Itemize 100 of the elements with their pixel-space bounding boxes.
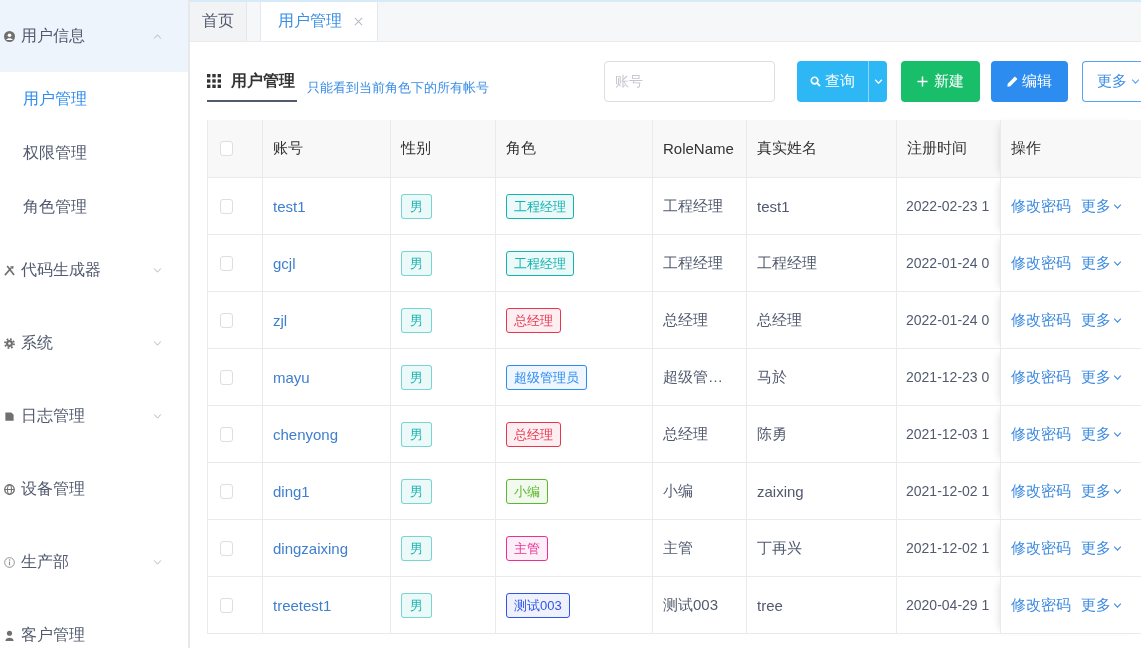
more-link[interactable]: 更多 bbox=[1081, 253, 1122, 273]
sidebar-item[interactable]: 代码生成器 bbox=[0, 234, 188, 307]
account-link[interactable]: dingzaixing bbox=[273, 539, 349, 557]
select-all-checkbox[interactable] bbox=[220, 141, 233, 156]
change-password-link[interactable]: 修改密码 bbox=[1011, 367, 1071, 387]
table-cell: 2021-12-23 0 bbox=[896, 348, 1001, 406]
table-cell: zaixing bbox=[746, 462, 897, 520]
row-checkbox[interactable] bbox=[220, 198, 233, 214]
search-icon bbox=[810, 75, 821, 87]
create-button[interactable]: 新建 bbox=[901, 60, 980, 102]
table-cell: 超级管… bbox=[652, 348, 747, 406]
gender-tag: 男 bbox=[401, 592, 432, 618]
hint-text: 只能看到当前角色下的所有帐号 bbox=[307, 79, 489, 97]
sidebar-item[interactable]: 日志管理 bbox=[0, 380, 188, 453]
sidebar-item[interactable]: 用户信息 bbox=[0, 0, 188, 72]
caret-icon bbox=[1113, 488, 1122, 494]
role-tag: 工程经理 bbox=[506, 193, 574, 219]
sidebar-item[interactable]: 系统 bbox=[0, 307, 188, 380]
table-cell: test1 bbox=[746, 177, 897, 235]
change-password-link[interactable]: 修改密码 bbox=[1011, 481, 1071, 501]
submenu-item[interactable]: 用户管理 bbox=[0, 72, 188, 126]
row-checkbox[interactable] bbox=[220, 483, 233, 499]
change-password-link[interactable]: 修改密码 bbox=[1011, 196, 1071, 216]
submenu-item[interactable]: 角色管理 bbox=[0, 180, 188, 234]
submenu-item[interactable]: 权限管理 bbox=[0, 126, 188, 180]
account-link[interactable]: test1 bbox=[273, 197, 306, 215]
column-header: 角色 bbox=[495, 120, 653, 178]
more-link[interactable]: 更多 bbox=[1081, 310, 1122, 330]
gender-tag: 男 bbox=[401, 193, 432, 219]
gender-tag: 男 bbox=[401, 307, 432, 333]
sidebar-item[interactable]: 客户管理 bbox=[0, 599, 188, 648]
gender-tag: 男 bbox=[401, 250, 432, 276]
table-cell: 工程经理 bbox=[652, 177, 747, 235]
role-tag: 总经理 bbox=[506, 421, 561, 447]
table-cell: 总经理 bbox=[652, 405, 747, 463]
row-checkbox[interactable] bbox=[220, 426, 233, 442]
change-password-link[interactable]: 修改密码 bbox=[1011, 310, 1071, 330]
dropdown-button[interactable] bbox=[868, 60, 887, 102]
caret-icon bbox=[1113, 431, 1122, 437]
more-link[interactable]: 更多 bbox=[1081, 367, 1122, 387]
table-cell: 2021-12-02 1 bbox=[896, 519, 1001, 577]
gear-icon bbox=[4, 338, 15, 349]
row-checkbox[interactable] bbox=[220, 369, 233, 385]
page-tab[interactable]: 首页 bbox=[190, 2, 247, 41]
info-icon bbox=[4, 557, 15, 568]
row-checkbox[interactable] bbox=[220, 597, 233, 613]
pencil-icon bbox=[1007, 75, 1018, 87]
column-header: 账号 bbox=[262, 120, 391, 178]
table-cell: 2022-01-24 0 bbox=[896, 234, 1001, 292]
sidebar-item[interactable]: 设备管理 bbox=[0, 453, 188, 526]
role-tag: 工程经理 bbox=[506, 250, 574, 276]
search-button[interactable]: 查询 bbox=[797, 60, 868, 102]
page-tab[interactable]: 用户管理 bbox=[260, 2, 378, 41]
table-cell: 总经理 bbox=[746, 291, 897, 349]
account-link[interactable]: mayu bbox=[273, 368, 310, 386]
change-password-link[interactable]: 修改密码 bbox=[1011, 253, 1071, 273]
caret-icon bbox=[1131, 78, 1140, 84]
account-link[interactable]: ding1 bbox=[273, 482, 310, 500]
search-field[interactable]: 账号 bbox=[604, 60, 775, 102]
table-cell: 工程经理 bbox=[652, 234, 747, 292]
caret-icon bbox=[1113, 374, 1122, 380]
caret-icon bbox=[873, 78, 883, 84]
more-link[interactable]: 更多 bbox=[1081, 424, 1122, 444]
more-link[interactable]: 更多 bbox=[1081, 196, 1122, 216]
table-cell: 2022-02-23 1 bbox=[896, 177, 1001, 235]
more-button[interactable]: 更多 bbox=[1082, 60, 1141, 102]
sidebar-item[interactable]: 生产部 bbox=[0, 526, 188, 599]
table-cell: 工程经理 bbox=[746, 234, 897, 292]
gender-tag: 男 bbox=[401, 478, 432, 504]
more-link[interactable]: 更多 bbox=[1081, 595, 1122, 615]
column-header: RoleName bbox=[652, 120, 747, 178]
table-cell: 测试003 bbox=[652, 576, 747, 634]
table-cell: 2021-12-03 1 bbox=[896, 405, 1001, 463]
account-link[interactable]: treetest1 bbox=[273, 596, 332, 614]
table-cell: 2021-12-02 1 bbox=[896, 462, 1001, 520]
row-checkbox[interactable] bbox=[220, 255, 233, 271]
change-password-link[interactable]: 修改密码 bbox=[1011, 424, 1071, 444]
table-cell: 主管 bbox=[652, 519, 747, 577]
globe-icon bbox=[4, 484, 15, 495]
plus-icon bbox=[917, 75, 928, 87]
column-header: 操作 bbox=[1000, 120, 1141, 178]
row-checkbox[interactable] bbox=[220, 312, 233, 328]
user-circle-icon bbox=[4, 30, 15, 42]
role-tag: 小编 bbox=[506, 478, 548, 504]
close-icon[interactable] bbox=[354, 17, 363, 26]
change-password-link[interactable]: 修改密码 bbox=[1011, 595, 1071, 615]
account-link[interactable]: chenyong bbox=[273, 425, 339, 443]
table-cell: tree bbox=[746, 576, 897, 634]
account-link[interactable]: gcjl bbox=[273, 254, 296, 272]
row-checkbox[interactable] bbox=[220, 540, 233, 556]
table-cell: 小编 bbox=[652, 462, 747, 520]
role-tag: 测试003 bbox=[506, 592, 570, 618]
caret-icon bbox=[1113, 545, 1122, 551]
edit-button[interactable]: 编辑 bbox=[991, 60, 1068, 102]
caret-icon bbox=[1113, 317, 1122, 323]
account-link[interactable]: zjl bbox=[273, 311, 288, 329]
change-password-link[interactable]: 修改密码 bbox=[1011, 538, 1071, 558]
column-header: 真实姓名 bbox=[746, 120, 897, 178]
more-link[interactable]: 更多 bbox=[1081, 538, 1122, 558]
more-link[interactable]: 更多 bbox=[1081, 481, 1122, 501]
